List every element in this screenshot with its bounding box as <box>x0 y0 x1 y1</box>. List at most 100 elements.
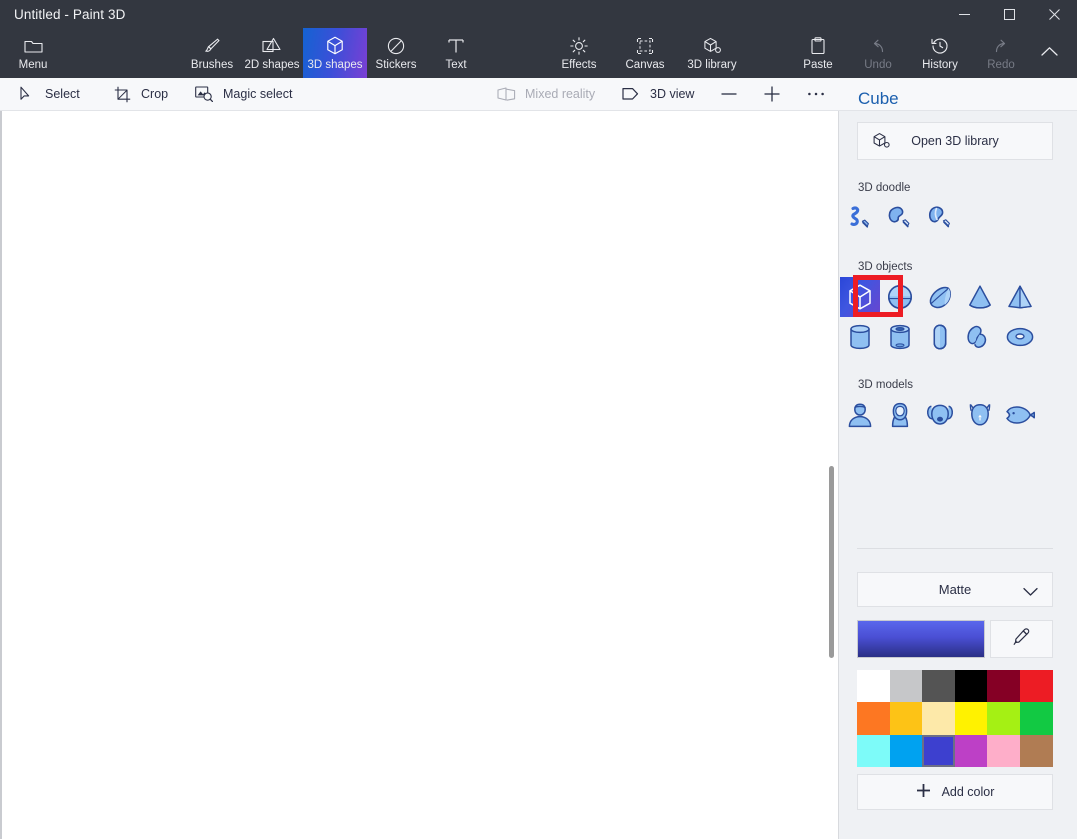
plus-icon <box>916 783 931 801</box>
hemisphere-icon <box>927 284 953 310</box>
tab-brushes-label: Brushes <box>191 59 233 71</box>
zoom-out-button[interactable] <box>715 78 743 110</box>
donut-icon <box>1006 326 1034 348</box>
color-swatch[interactable] <box>890 670 923 702</box>
section-label-3d-doodle: 3D doodle <box>858 182 910 194</box>
tab-stickers[interactable]: Stickers <box>368 28 424 78</box>
shape-pyramid[interactable] <box>1000 277 1040 317</box>
tab-canvas-label: Canvas <box>626 59 665 71</box>
shape-sharp-edge-doodle[interactable] <box>880 198 920 238</box>
color-swatch[interactable] <box>922 670 955 702</box>
3d-shapes-icon <box>326 36 344 56</box>
doodle-soft-icon <box>845 204 875 232</box>
color-palette <box>857 670 1053 767</box>
tab-3d-library[interactable]: 3D library <box>680 28 744 78</box>
redo-label: Redo <box>987 59 1015 71</box>
cat-icon <box>967 402 993 428</box>
magic-select-button[interactable]: Magic select <box>188 78 298 110</box>
select-tool-button[interactable]: Select <box>10 78 86 110</box>
shape-cube[interactable] <box>840 277 880 317</box>
menu-button[interactable]: Menu <box>8 28 58 78</box>
add-color-button[interactable]: Add color <box>857 774 1053 810</box>
dog-icon <box>926 403 954 427</box>
color-swatch[interactable] <box>987 735 1020 767</box>
magic-select-label: Magic select <box>223 87 292 101</box>
color-swatch[interactable] <box>922 735 955 767</box>
tab-brushes[interactable]: Brushes <box>186 28 238 78</box>
color-swatch[interactable] <box>922 702 955 734</box>
history-icon <box>931 36 949 56</box>
color-swatch[interactable] <box>1020 735 1053 767</box>
shape-sphere[interactable] <box>880 277 920 317</box>
color-swatch[interactable] <box>955 735 988 767</box>
mixed-reality-icon <box>496 87 516 102</box>
model-woman[interactable] <box>880 395 920 435</box>
color-swatch[interactable] <box>857 735 890 767</box>
tab-canvas[interactable]: Canvas <box>618 28 672 78</box>
color-swatch[interactable] <box>987 670 1020 702</box>
tab-2d-shapes-label: 2D shapes <box>245 59 300 71</box>
shape-tube-doodle[interactable] <box>920 198 960 238</box>
history-button[interactable]: History <box>911 28 969 78</box>
close-button[interactable] <box>1032 0 1077 28</box>
model-dog[interactable] <box>920 395 960 435</box>
magic-select-icon <box>194 86 214 102</box>
vertical-scrollbar[interactable] <box>829 466 834 658</box>
paste-label: Paste <box>803 59 832 71</box>
model-cat[interactable] <box>960 395 1000 435</box>
undo-icon <box>869 36 887 56</box>
shape-soft-edge-doodle[interactable] <box>840 198 880 238</box>
color-swatch[interactable] <box>857 670 890 702</box>
crop-tool-button[interactable]: Crop <box>106 78 174 110</box>
zoom-in-button[interactable] <box>758 78 786 110</box>
capsule-icon <box>931 323 949 351</box>
eyedropper-button[interactable] <box>990 620 1053 658</box>
shape-hemisphere[interactable] <box>920 277 960 317</box>
color-swatch[interactable] <box>987 702 1020 734</box>
shape-cone[interactable] <box>960 277 1000 317</box>
paste-button[interactable]: Paste <box>792 28 844 78</box>
section-label-3d-models: 3D models <box>858 379 913 391</box>
shape-capsule[interactable] <box>920 317 960 357</box>
minimize-button[interactable] <box>942 0 987 28</box>
color-swatch[interactable] <box>1020 702 1053 734</box>
3d-models-row <box>840 395 1040 435</box>
3d-library-icon <box>872 132 891 153</box>
color-swatch[interactable] <box>890 735 923 767</box>
effects-icon <box>570 36 588 56</box>
shape-teardrop[interactable] <box>960 317 1000 357</box>
pyramid-icon <box>1007 284 1033 310</box>
shape-cylinder[interactable] <box>840 317 880 357</box>
collapse-ribbon-button[interactable] <box>1029 28 1069 78</box>
color-swatch[interactable] <box>890 702 923 734</box>
shape-donut[interactable] <box>1000 317 1040 357</box>
crop-icon <box>112 86 132 103</box>
3d-view-label: 3D view <box>650 87 694 101</box>
drawing-canvas[interactable] <box>0 111 839 839</box>
3d-view-button[interactable]: 3D view <box>615 78 700 110</box>
3d-objects-row-1 <box>840 277 1040 317</box>
tab-2d-shapes[interactable]: 2D shapes <box>240 28 304 78</box>
title-bar: Untitled - Paint 3D <box>0 0 1077 28</box>
more-options-button[interactable] <box>802 78 830 110</box>
material-dropdown[interactable]: Matte <box>857 572 1053 607</box>
color-swatch[interactable] <box>955 670 988 702</box>
color-swatch[interactable] <box>955 702 988 734</box>
tab-text[interactable]: Text <box>434 28 478 78</box>
mixed-reality-label: Mixed reality <box>525 87 595 101</box>
doodle-sharp-icon <box>885 204 915 232</box>
shape-tube[interactable] <box>880 317 920 357</box>
doodle-tube-icon <box>925 204 955 232</box>
window-controls <box>942 0 1077 28</box>
tab-effects[interactable]: Effects <box>552 28 606 78</box>
open-3d-library-button[interactable]: Open 3D library <box>857 122 1053 160</box>
folder-icon <box>24 36 43 56</box>
tab-3d-shapes[interactable]: 3D shapes <box>303 28 367 78</box>
maximize-button[interactable] <box>987 0 1032 28</box>
current-color-swatch[interactable] <box>857 620 985 658</box>
color-swatch[interactable] <box>857 702 890 734</box>
model-man[interactable] <box>840 395 880 435</box>
color-swatch[interactable] <box>1020 670 1053 702</box>
eyedropper-icon <box>1012 627 1032 652</box>
model-fish[interactable] <box>1000 395 1040 435</box>
